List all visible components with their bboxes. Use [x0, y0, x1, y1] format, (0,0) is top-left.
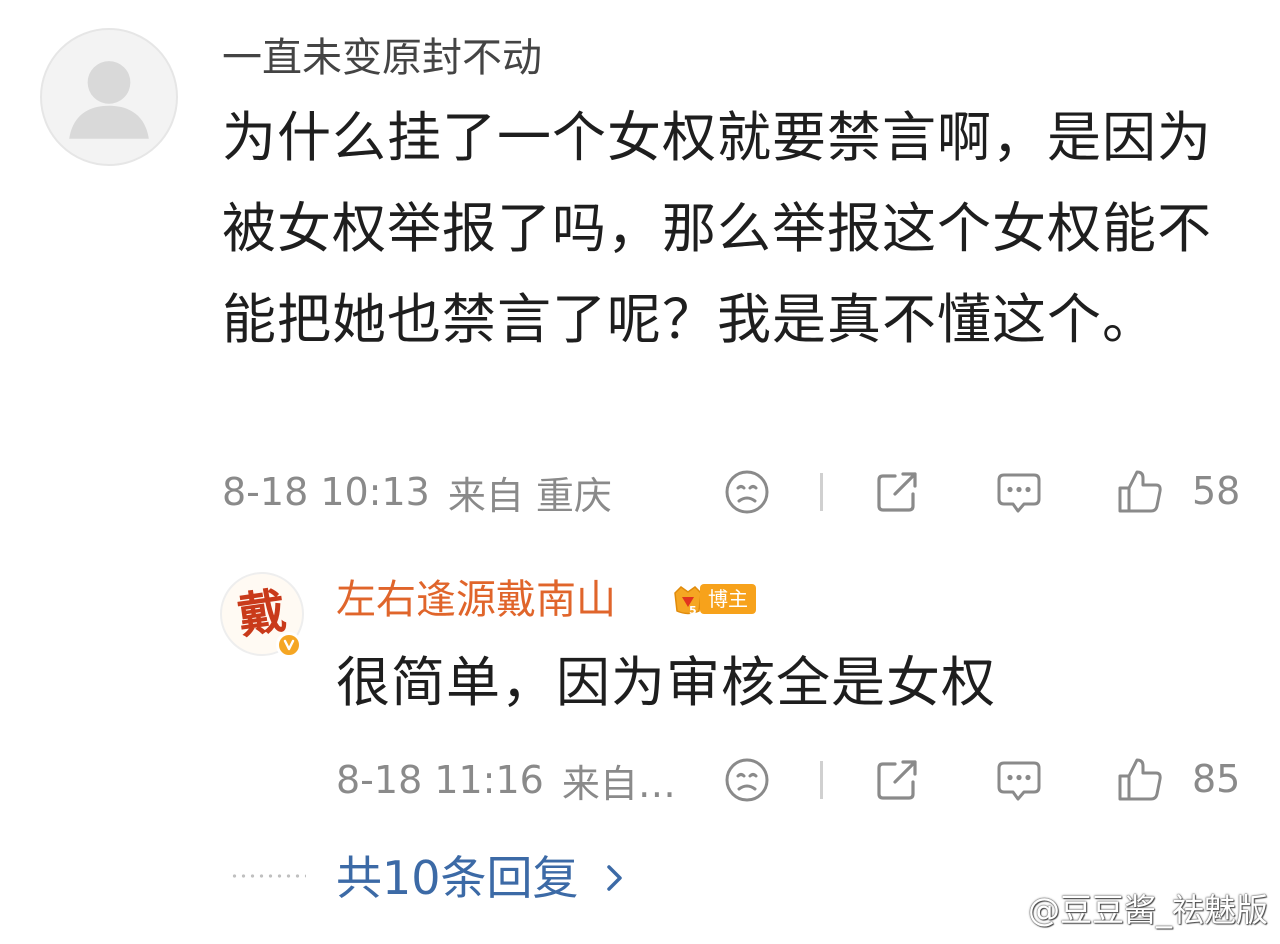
like-count: 58 — [1192, 469, 1241, 513]
action-divider — [820, 473, 823, 511]
comment-text: 为什么挂了一个女权就要禁言啊，是因为被女权举报了吗，那么举报这个女权能不能把她也… — [222, 106, 1212, 351]
comment-date: 8-18 10:13 — [222, 470, 430, 514]
thread-dots — [230, 874, 306, 878]
watermark-text: @豆豆酱_祛魅版 — [1027, 891, 1268, 929]
reply-meta: 8-18 11:16 来自… — [336, 750, 676, 810]
more-replies-label: 共10条回复 — [336, 851, 579, 905]
chevron-right-icon — [605, 861, 625, 895]
level-number: 5 — [689, 604, 697, 617]
reply-like-count: 85 — [1192, 757, 1241, 801]
thumbs-up-icon[interactable] — [1114, 753, 1166, 805]
weibo-watermark: @豆豆酱_祛魅版 — [984, 888, 1268, 932]
share-icon[interactable] — [872, 755, 922, 805]
thumbs-up-icon[interactable] — [1114, 465, 1166, 517]
sad-face-icon[interactable] — [722, 755, 772, 805]
avatar-glyph: 戴 — [234, 582, 290, 646]
reply-username[interactable]: 左右逢源戴南山 — [336, 574, 616, 626]
comment-icon[interactable] — [994, 755, 1044, 805]
action-divider — [820, 761, 823, 799]
comment-meta: 8-18 10:13 来自 重庆 — [222, 462, 612, 522]
share-icon[interactable] — [872, 467, 922, 517]
comment-icon[interactable] — [994, 467, 1044, 517]
reply-source: 来自… — [561, 761, 676, 806]
more-replies-link[interactable]: 共10条回复 — [336, 850, 625, 906]
default-avatar-icon[interactable] — [40, 28, 178, 166]
weibo-logo-icon — [984, 894, 1024, 926]
reply-text: 很简单，因为审核全是女权 — [336, 651, 996, 714]
comment-username[interactable]: 一直未变原封不动 — [222, 32, 542, 84]
comment-source: 来自 重庆 — [447, 473, 612, 518]
verified-icon — [276, 632, 302, 658]
sad-face-icon[interactable] — [722, 467, 772, 517]
blogger-badge: 博主 — [700, 584, 756, 614]
reply-date: 8-18 11:16 — [336, 758, 544, 802]
